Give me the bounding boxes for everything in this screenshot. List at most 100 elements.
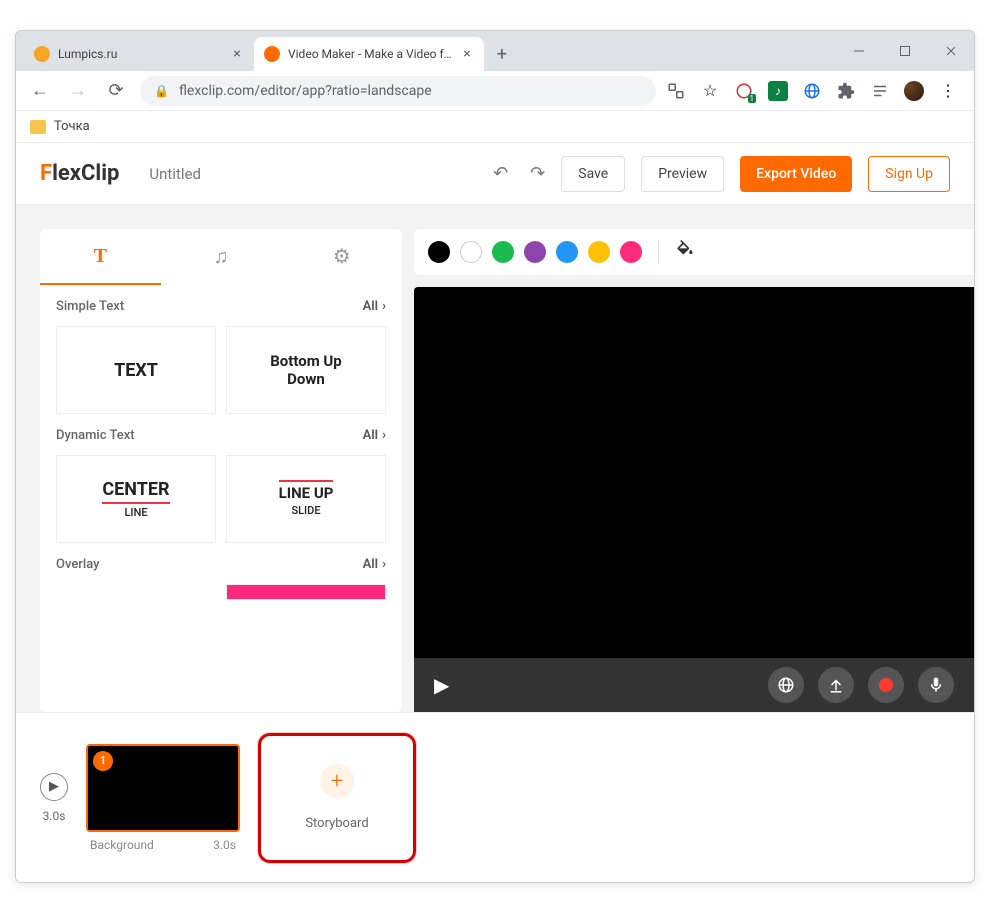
- color-swatch-pink[interactable]: [620, 241, 642, 263]
- see-all-link[interactable]: All›: [363, 299, 386, 314]
- separator: [658, 240, 659, 264]
- extensions-row: ☆ 1 ♪ ⋮: [666, 81, 964, 101]
- gear-icon: ⚙: [333, 244, 351, 268]
- music-ext-icon[interactable]: ♪: [768, 81, 788, 101]
- left-panel: T ♫ ⚙ Simple Text All› TEXT Bottom Up Do…: [40, 229, 402, 712]
- canvas-area: ▶: [414, 229, 974, 712]
- plus-icon: +: [320, 764, 354, 798]
- clip-duration: 3.0s: [213, 838, 236, 852]
- app-header: FlexClip Untitled ↶ ↷ Save Preview Expor…: [16, 143, 974, 205]
- favicon-icon: [264, 46, 280, 62]
- star-icon[interactable]: ☆: [700, 81, 720, 101]
- tab-strip: Lumpics.ru × Video Maker - Make a Video …: [16, 31, 520, 71]
- section-simple-text: Simple Text All› TEXT Bottom Up Down: [40, 285, 402, 414]
- close-icon[interactable]: ×: [460, 47, 474, 61]
- lock-icon: 🔒: [154, 84, 169, 98]
- save-button[interactable]: Save: [561, 156, 625, 192]
- sign-up-button[interactable]: Sign Up: [868, 156, 950, 192]
- globe-ext-icon[interactable]: [802, 81, 822, 101]
- folder-icon: [30, 120, 46, 134]
- translate-icon[interactable]: [666, 81, 686, 101]
- record-button[interactable]: [868, 667, 904, 703]
- add-storyboard-button[interactable]: + Storyboard: [258, 733, 416, 863]
- tab-title: Lumpics.ru: [58, 47, 224, 61]
- overlay-template[interactable]: [226, 584, 386, 600]
- section-title: Dynamic Text: [56, 428, 135, 443]
- close-button[interactable]: [928, 31, 974, 71]
- forward-button[interactable]: →: [64, 77, 92, 105]
- favicon-icon: [34, 46, 50, 62]
- undo-button[interactable]: ↶: [493, 163, 508, 184]
- back-button[interactable]: ←: [26, 77, 54, 105]
- preview-button[interactable]: Preview: [641, 156, 724, 192]
- adblock-icon[interactable]: 1: [734, 81, 754, 101]
- color-swatch-yellow[interactable]: [588, 241, 610, 263]
- app-body: T ♫ ⚙ Simple Text All› TEXT Bottom Up Do…: [16, 205, 974, 882]
- timeline-duration: 3.0s: [43, 809, 66, 823]
- menu-icon[interactable]: ⋮: [938, 81, 958, 101]
- color-palette: [414, 229, 974, 275]
- section-title: Simple Text: [56, 299, 124, 314]
- fill-tool-icon[interactable]: [675, 240, 695, 265]
- chevron-right-icon: ›: [382, 428, 386, 443]
- music-tab[interactable]: ♫: [161, 229, 282, 285]
- reload-button[interactable]: ⟳: [102, 77, 130, 105]
- url-text: flexclip.com/editor/app?ratio=landscape: [179, 83, 432, 99]
- window-controls: [836, 31, 974, 71]
- extensions-icon[interactable]: [836, 81, 856, 101]
- text-icon: T: [94, 245, 107, 268]
- export-video-button[interactable]: Export Video: [740, 156, 852, 192]
- add-storyboard-label: Storyboard: [305, 816, 368, 831]
- microphone-button[interactable]: [918, 667, 954, 703]
- settings-tab[interactable]: ⚙: [281, 229, 402, 285]
- color-swatch-black[interactable]: [428, 241, 450, 263]
- clip-name: Background: [90, 838, 154, 852]
- browser-window: Lumpics.ru × Video Maker - Make a Video …: [15, 30, 975, 883]
- reading-list-icon[interactable]: [870, 81, 890, 101]
- panel-tabs: T ♫ ⚙: [40, 229, 402, 285]
- see-all-link[interactable]: All›: [363, 428, 386, 443]
- timeline: ▶ 3.0s 1 Background 3.0s + Storyboard: [16, 712, 974, 882]
- profile-avatar[interactable]: [904, 81, 924, 101]
- text-tab[interactable]: T: [40, 229, 161, 285]
- chevron-right-icon: ›: [382, 299, 386, 314]
- storyboard-clip[interactable]: 1 Background 3.0s: [86, 744, 240, 852]
- minimize-button[interactable]: [836, 31, 882, 71]
- color-swatch-purple[interactable]: [524, 241, 546, 263]
- section-overlay: Overlay All›: [40, 543, 402, 600]
- text-template-text[interactable]: TEXT: [56, 326, 216, 414]
- close-icon[interactable]: ×: [230, 47, 244, 61]
- web-source-button[interactable]: [768, 667, 804, 703]
- see-all-link[interactable]: All›: [363, 557, 386, 572]
- tab-title: Video Maker - Make a Video for: [288, 47, 454, 61]
- bookmark-tochka[interactable]: Точка: [54, 119, 90, 134]
- text-template-line-up-slide[interactable]: LINE UP SLIDE: [226, 455, 386, 543]
- chevron-right-icon: ›: [382, 557, 386, 572]
- text-template-center-line[interactable]: CENTER LINE: [56, 455, 216, 543]
- upload-button[interactable]: [818, 667, 854, 703]
- url-field[interactable]: 🔒 flexclip.com/editor/app?ratio=landscap…: [140, 76, 656, 106]
- project-title[interactable]: Untitled: [149, 165, 201, 183]
- canvas-controls: ▶: [414, 658, 974, 712]
- browser-tab-lumpics[interactable]: Lumpics.ru ×: [24, 37, 254, 71]
- flexclip-logo[interactable]: FlexClip: [40, 161, 119, 186]
- color-swatch-blue[interactable]: [556, 241, 578, 263]
- clip-number-badge: 1: [93, 751, 113, 771]
- address-bar: ← → ⟳ 🔒 flexclip.com/editor/app?ratio=la…: [16, 71, 974, 111]
- timeline-play-button[interactable]: ▶: [40, 773, 68, 801]
- video-canvas[interactable]: ▶: [414, 287, 974, 712]
- maximize-button[interactable]: [882, 31, 928, 71]
- text-template-bottom-up-down[interactable]: Bottom Up Down: [226, 326, 386, 414]
- bookmarks-bar: Точка: [16, 111, 974, 143]
- play-button[interactable]: ▶: [434, 673, 449, 697]
- music-icon: ♫: [214, 244, 229, 269]
- section-title: Overlay: [56, 557, 99, 572]
- workspace: T ♫ ⚙ Simple Text All› TEXT Bottom Up Do…: [16, 205, 974, 712]
- browser-tab-flexclip[interactable]: Video Maker - Make a Video for ×: [254, 37, 484, 71]
- redo-button[interactable]: ↷: [530, 163, 545, 184]
- new-tab-button[interactable]: +: [488, 40, 516, 68]
- section-dynamic-text: Dynamic Text All› CENTER LINE LINE UP SL…: [40, 414, 402, 543]
- record-icon: [879, 678, 893, 692]
- color-swatch-white[interactable]: [460, 241, 482, 263]
- color-swatch-green[interactable]: [492, 241, 514, 263]
